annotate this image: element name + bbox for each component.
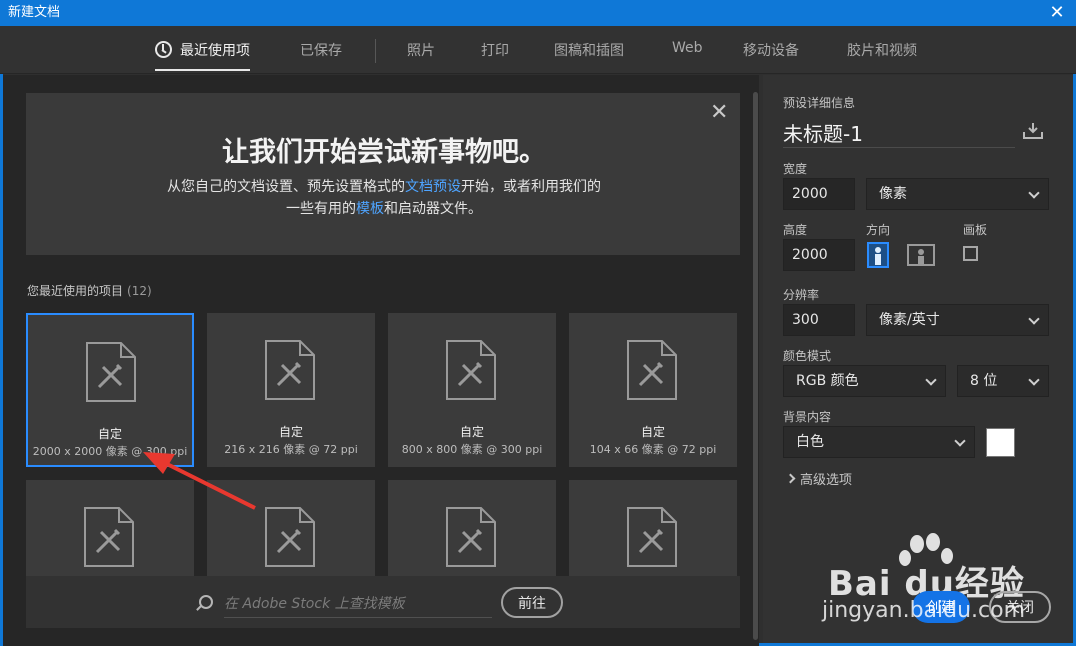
welcome-text-1b: 开始，或者利用我们的 — [461, 179, 601, 195]
landscape-orientation-icon[interactable] — [907, 244, 935, 266]
recent-item-card[interactable]: 自定 800 x 800 像素 @ 300 ppi — [388, 313, 556, 467]
preset-details-label: 预设详细信息 — [783, 96, 856, 110]
watermark-url: jingyan.baidu.com — [822, 598, 1026, 623]
chevron-down-icon — [1028, 374, 1040, 386]
recent-items-count: (12) — [127, 284, 152, 298]
welcome-text-line2: 一些有用的模板和启动器文件。 — [0, 198, 768, 218]
document-presets-link[interactable]: 文档预设 — [405, 179, 461, 195]
recent-item-name: 自定 — [640, 425, 665, 439]
annotation-arrow — [143, 452, 256, 510]
window-titlebar: 新建文档 ✕ — [0, 0, 1076, 26]
tab-photo[interactable]: 照片 — [407, 40, 435, 60]
tab-web[interactable]: Web — [672, 40, 703, 56]
background-select[interactable]: 白色 — [783, 426, 975, 458]
width-unit-value: 像素 — [879, 186, 907, 202]
portrait-orientation-icon[interactable] — [867, 242, 889, 268]
welcome-text-2a: 一些有用的 — [286, 201, 356, 217]
banner-close-icon[interactable]: ✕ — [710, 100, 728, 125]
category-tabs: 最近使用项 已保存 照片 打印 图稿和插图 Web 移动设备 胶片和视频 — [0, 26, 1076, 74]
recent-item-card[interactable]: 自定 104 x 66 像素 @ 72 ppi — [569, 313, 737, 467]
artboard-checkbox[interactable] — [963, 246, 978, 261]
resolution-input[interactable]: 300 — [783, 304, 855, 336]
bit-depth-select[interactable]: 8 位 — [957, 365, 1049, 397]
document-preset-icon — [86, 342, 136, 402]
recent-item-spec: 800 x 800 像素 @ 300 ppi — [401, 443, 543, 456]
document-preset-icon — [627, 340, 677, 400]
tab-art-illustration[interactable]: 图稿和插图 — [554, 40, 624, 60]
resolution-unit-select[interactable]: 像素/英寸 — [866, 304, 1049, 336]
color-mode-label: 颜色模式 — [783, 349, 832, 363]
advanced-options-toggle[interactable]: 高级选项 — [785, 469, 853, 488]
recent-item-name: 自定 — [278, 425, 303, 439]
document-preset-icon — [627, 507, 677, 567]
recent-item-card[interactable] — [388, 480, 556, 576]
welcome-text-line1: 从您自己的文档设置、预先设置格式的文档预设开始，或者利用我们的 — [0, 176, 768, 196]
templates-link[interactable]: 模板 — [356, 201, 384, 217]
recent-items-heading: 您最近使用的项目 (12) — [27, 282, 152, 299]
go-button[interactable]: 前往 — [501, 587, 563, 618]
recent-items-label: 您最近使用的项目 — [27, 284, 124, 298]
resolution-unit-value: 像素/英寸 — [879, 312, 940, 328]
chevron-down-icon — [925, 374, 937, 386]
scrollbar-thumb[interactable] — [753, 92, 758, 640]
welcome-text-1a: 从您自己的文档设置、预先设置格式的 — [167, 179, 405, 195]
tab-recent[interactable]: 最近使用项 — [155, 40, 250, 71]
background-label: 背景内容 — [783, 410, 832, 424]
advanced-options-label: 高级选项 — [800, 473, 853, 488]
bit-depth-value: 8 位 — [970, 373, 998, 389]
artboard-label: 画板 — [963, 223, 988, 237]
document-name-field[interactable]: 未标题-1 — [783, 118, 1015, 148]
document-preset-icon — [84, 507, 134, 567]
document-preset-icon — [265, 340, 315, 400]
tab-print[interactable]: 打印 — [481, 40, 509, 60]
recent-item-name: 自定 — [459, 425, 484, 439]
chevron-down-icon — [954, 435, 966, 447]
save-preset-icon[interactable] — [1022, 122, 1044, 140]
search-icon — [199, 595, 213, 609]
window-close-icon[interactable]: ✕ — [1046, 0, 1068, 26]
tab-film-video[interactable]: 胶片和视频 — [847, 40, 917, 60]
background-color-swatch[interactable] — [986, 428, 1015, 457]
width-unit-select[interactable]: 像素 — [866, 178, 1049, 210]
resolution-label: 分辨率 — [783, 288, 820, 302]
width-label: 宽度 — [783, 162, 808, 176]
recent-item-card[interactable] — [569, 480, 737, 576]
tab-mobile[interactable]: 移动设备 — [743, 40, 799, 60]
document-preset-icon — [446, 507, 496, 567]
height-input[interactable]: 2000 — [783, 239, 855, 271]
document-preset-icon — [265, 507, 315, 567]
clock-icon — [155, 41, 172, 58]
chevron-down-icon — [1028, 187, 1040, 199]
window-title: 新建文档 — [8, 5, 61, 20]
background-value: 白色 — [796, 434, 824, 450]
height-label: 高度 — [783, 223, 808, 237]
chevron-down-icon — [1028, 313, 1040, 325]
recent-item-spec: 104 x 66 像素 @ 72 ppi — [589, 443, 717, 456]
tab-saved[interactable]: 已保存 — [300, 40, 342, 60]
chevron-right-icon — [785, 473, 796, 484]
welcome-banner — [26, 93, 740, 255]
tab-divider — [375, 39, 376, 63]
welcome-text-2b: 和启动器文件。 — [384, 201, 482, 217]
stock-search-input[interactable] — [224, 590, 492, 618]
tab-recent-label: 最近使用项 — [180, 43, 250, 59]
orientation-label: 方向 — [866, 223, 891, 237]
welcome-title: 让我们开始尝试新事物吧。 — [222, 137, 546, 168]
document-preset-icon — [446, 340, 496, 400]
width-input[interactable]: 2000 — [783, 178, 855, 210]
color-mode-select[interactable]: RGB 颜色 — [783, 365, 946, 397]
color-mode-value: RGB 颜色 — [796, 373, 859, 389]
